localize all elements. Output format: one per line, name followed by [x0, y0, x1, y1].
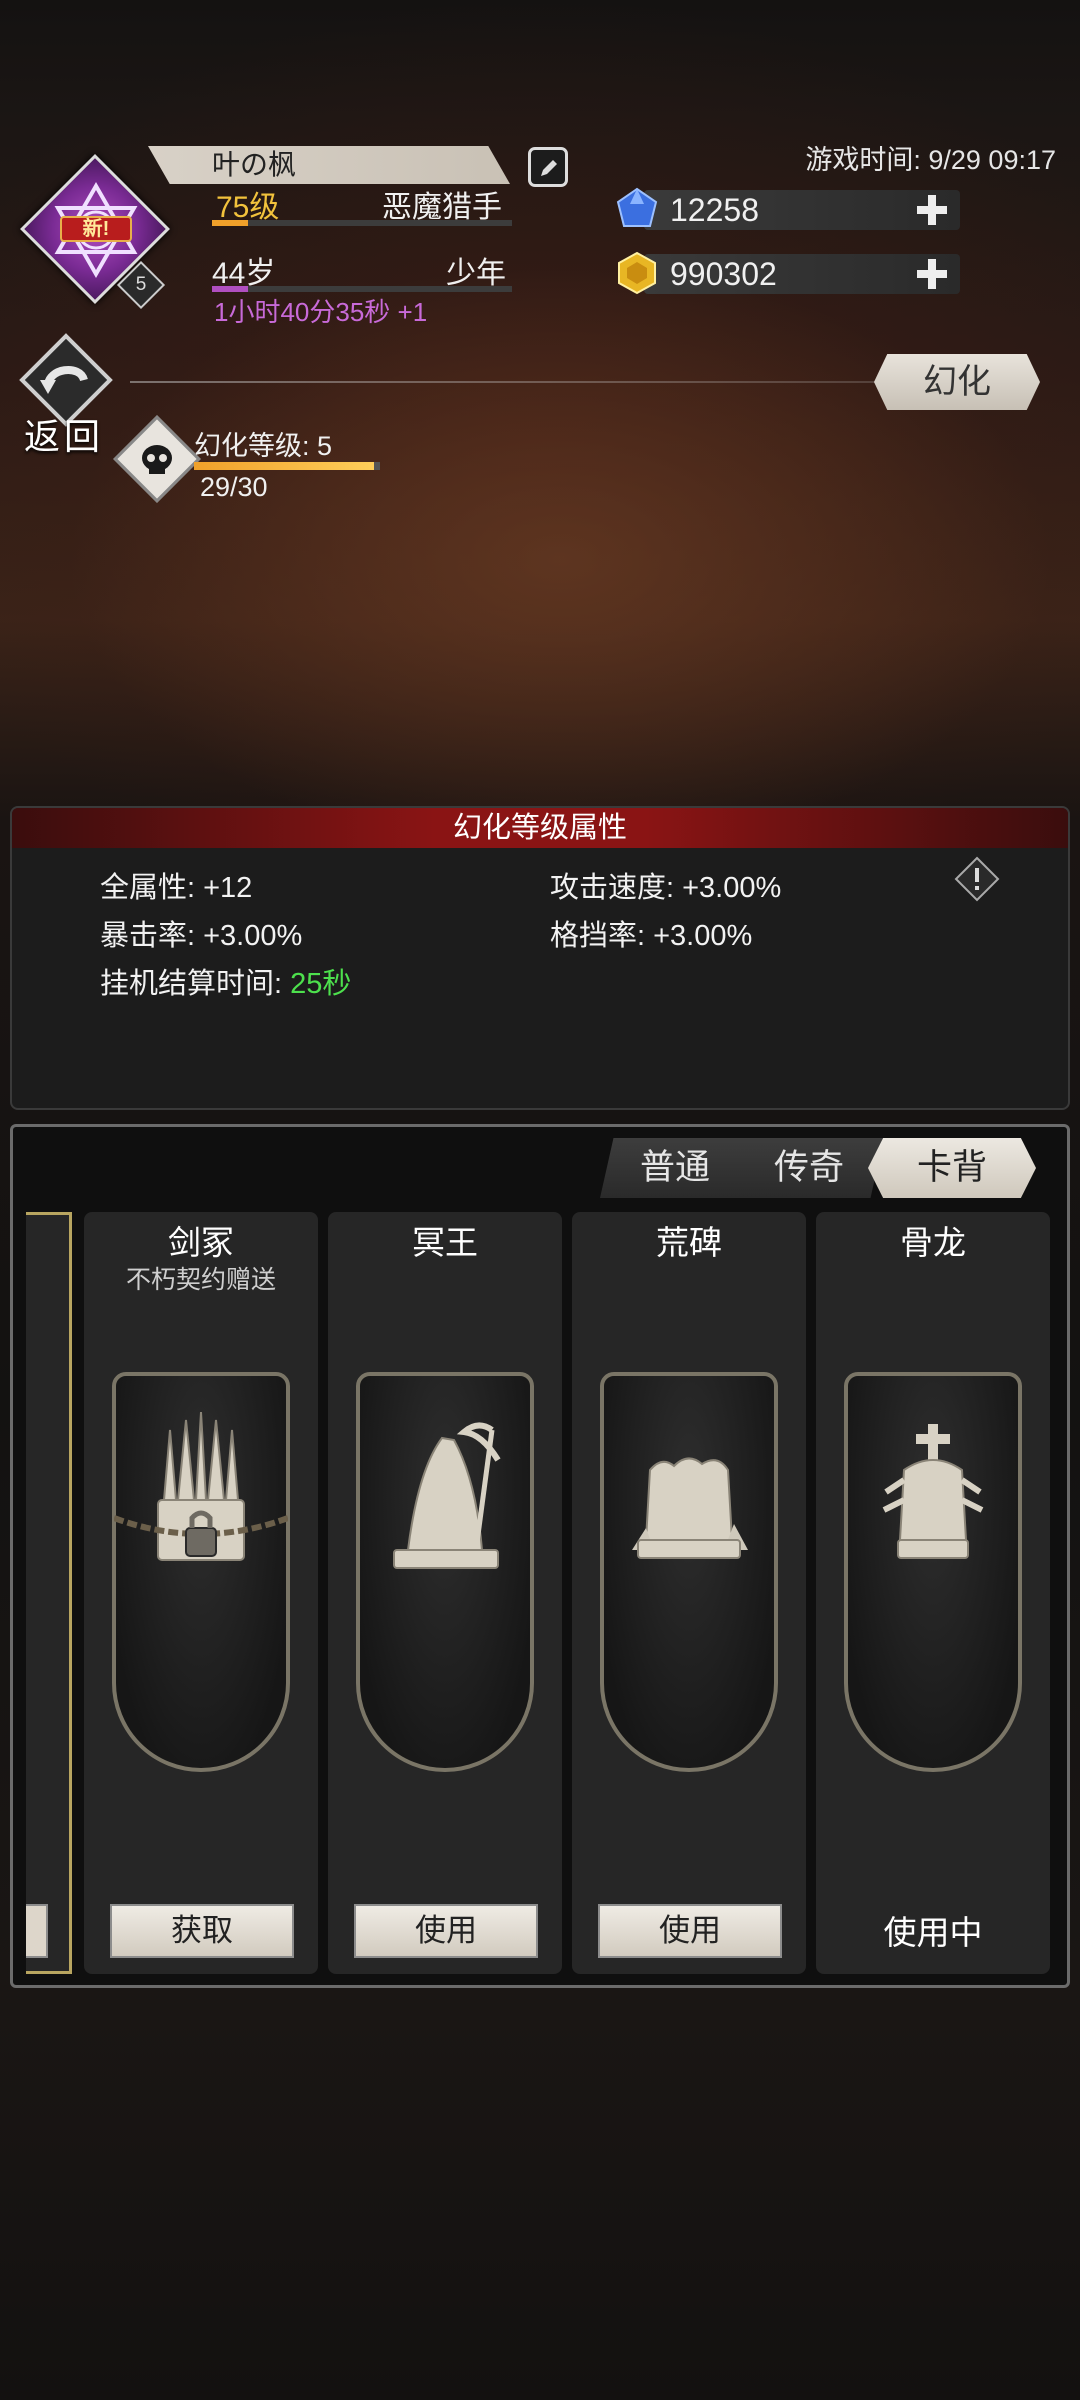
attr-block-rate: 格挡率: +3.00%	[550, 920, 753, 952]
card-title: 剑冢	[168, 1224, 234, 1261]
card-title: 骨龙	[900, 1224, 966, 1261]
partial-card[interactable]	[26, 1212, 72, 1974]
gold-count: 990302	[670, 256, 777, 292]
card-use-button[interactable]: 使用	[598, 1904, 782, 1958]
attr-idle-time: 挂机结算时间: 25秒	[100, 960, 351, 1002]
level-bar-fill	[212, 220, 248, 226]
level-bar	[212, 220, 512, 226]
card-jianzhong[interactable]: 剑冢 不朽契约赠送 获取	[84, 1212, 318, 1974]
info-icon[interactable]	[954, 856, 1000, 902]
add-gold-button[interactable]	[914, 256, 950, 292]
add-gems-button[interactable]	[914, 192, 950, 228]
name-plate	[148, 146, 510, 184]
card-use-button[interactable]: 使用	[354, 1904, 538, 1958]
player-name: 叶の枫	[212, 149, 297, 180]
age-timer: 1小时40分35秒 +1	[214, 297, 428, 327]
edit-name-button[interactable]	[528, 147, 568, 187]
transform-level-bar	[194, 462, 380, 470]
card-mingwang[interactable]: 冥王 使用	[328, 1212, 562, 1974]
tab-card-back[interactable]: 卡背	[868, 1138, 1036, 1198]
idle-time-label: 挂机结算时间:	[100, 968, 291, 1000]
card-title: 冥王	[412, 1224, 478, 1261]
transform-level-progress: 29/30	[200, 472, 268, 502]
pencil-icon	[541, 160, 557, 176]
bone-altar-icon	[882, 1424, 984, 1559]
attr-attack-speed: 攻击速度: +3.00%	[550, 872, 782, 904]
attributes-header: 幻化等级属性	[12, 808, 1068, 848]
sword-throne-icon	[114, 1411, 288, 1561]
gold-coin-icon	[618, 251, 656, 295]
reaper-icon	[393, 1422, 501, 1569]
header-divider	[130, 381, 890, 383]
card-subtitle: 不朽契约赠送	[125, 1266, 276, 1294]
card-title: 荒碑	[656, 1224, 722, 1261]
transform-level-label: 幻化等级: 5	[194, 431, 333, 461]
tombstone-icon	[632, 1457, 748, 1559]
tab-normal[interactable]: 普通	[600, 1138, 750, 1198]
blue-gem-icon	[616, 187, 658, 227]
skull-icon	[142, 445, 172, 474]
idle-time-value: 25秒	[290, 968, 352, 1000]
rank-badge-text: 5	[135, 274, 147, 295]
tab-legendary[interactable]: 传奇	[734, 1138, 884, 1198]
back-label[interactable]: 返回	[24, 408, 104, 460]
gem-count: 12258	[670, 192, 759, 228]
attr-all-stats: 全属性: +12	[100, 872, 253, 904]
game-time: 游戏时间: 9/29 09:17	[805, 145, 1056, 175]
new-badge: 新!	[60, 216, 132, 242]
card-gulong[interactable]: 骨龙 使用中	[816, 1212, 1050, 1974]
transform-button[interactable]: 幻化	[874, 354, 1040, 410]
attr-crit-rate: 暴击率: +3.00%	[100, 920, 303, 952]
card-in-use-label: 使用中	[883, 1914, 983, 1951]
transform-level-fill	[194, 462, 374, 470]
card-huangbei[interactable]: 荒碑 使用	[572, 1212, 806, 1974]
card-obtain-button[interactable]: 获取	[110, 1904, 294, 1958]
transform-attributes-panel: 幻化等级属性 全属性: +12 攻击速度: +3.00% 暴击率: +3.00%…	[10, 806, 1070, 1110]
partial-card-button[interactable]	[26, 1904, 48, 1958]
